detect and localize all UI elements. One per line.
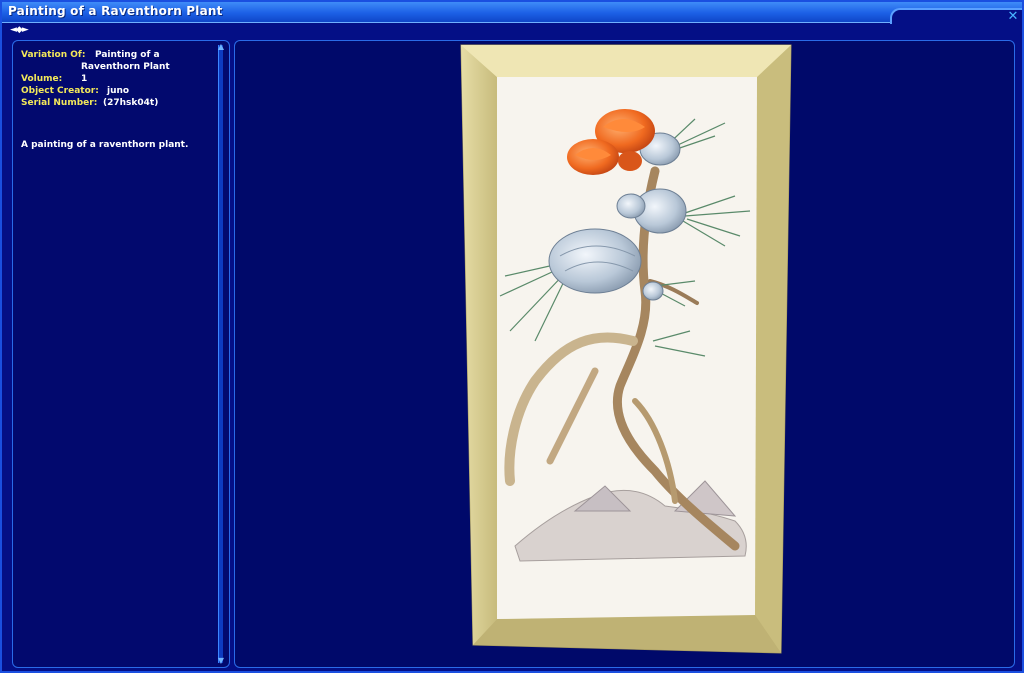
window-title: Painting of a Raventhorn Plant — [8, 4, 223, 18]
attribute-variation: Variation Of: Painting of a — [21, 49, 217, 61]
volume-label: Volume: — [21, 74, 63, 84]
painting-preview — [460, 44, 792, 654]
attribute-volume: Volume: 1 — [21, 73, 217, 85]
object-examine-window: Painting of a Raventhorn Plant ✕ ◄◆► Var… — [0, 0, 1024, 673]
attribute-variation-cont: Raventhorn Plant — [21, 61, 217, 73]
volume-value: 1 — [81, 74, 88, 84]
close-icon[interactable]: ✕ — [1006, 10, 1020, 24]
serial-label: Serial Number: — [21, 98, 98, 108]
navigation-arrows-icon[interactable]: ◄◆► — [10, 24, 40, 36]
object-description: A painting of a raventhorn plant. — [21, 140, 189, 150]
nav-right-arrow-icon[interactable]: ► — [22, 24, 29, 36]
attribute-serial: Serial Number: (27hsk04t) — [21, 97, 217, 109]
object-attributes: Variation Of: Painting of a Raventhorn P… — [21, 49, 217, 109]
variation-value: Painting of a — [95, 50, 160, 60]
title-bar-corner — [890, 8, 1022, 24]
scroll-down-arrow-icon[interactable]: ▼ — [216, 657, 226, 665]
scroll-up-arrow-icon[interactable]: ▲ — [216, 43, 226, 51]
attribute-creator: Object Creator: juno — [21, 85, 217, 97]
title-bar[interactable]: Painting of a Raventhorn Plant — [2, 2, 1022, 23]
variation-label: Variation Of: — [21, 50, 86, 60]
variation-value-cont: Raventhorn Plant — [81, 62, 170, 72]
object-preview-viewport[interactable] — [234, 40, 1015, 668]
serial-value: (27hsk04t) — [103, 98, 159, 108]
creator-value: juno — [107, 86, 130, 96]
scrollbar-track[interactable] — [218, 45, 223, 663]
creator-label: Object Creator: — [21, 86, 99, 96]
painting-canvas — [497, 77, 757, 619]
info-panel: Variation Of: Painting of a Raventhorn P… — [12, 40, 230, 668]
